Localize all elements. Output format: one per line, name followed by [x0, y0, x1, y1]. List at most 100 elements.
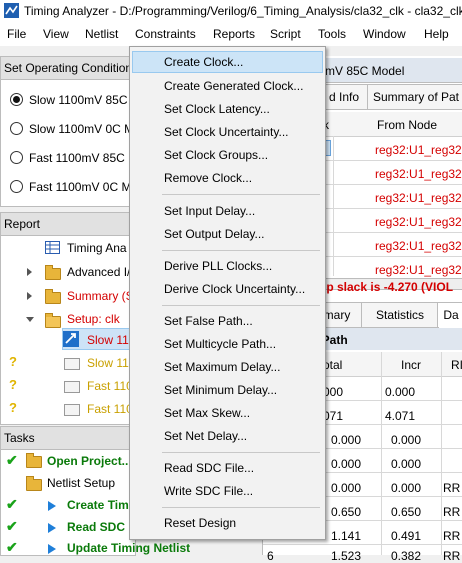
- option-label: Slow 1100mV 85C: [29, 93, 128, 107]
- report-title: Report: [4, 217, 41, 231]
- report-item-slow-2[interactable]: Slow 11: [87, 356, 129, 370]
- total-cell: 0.000: [331, 457, 362, 471]
- menu-item-create-generated-clock[interactable]: Create Generated Clock...: [132, 75, 323, 97]
- tasks-title: Tasks: [4, 431, 35, 445]
- menu-netlist[interactable]: Netlist: [85, 27, 118, 41]
- menu-tools[interactable]: Tools: [318, 27, 346, 41]
- menu-constraints[interactable]: Constraints: [135, 27, 196, 41]
- menu-item-set-clock-groups[interactable]: Set Clock Groups...: [132, 144, 323, 166]
- tab-statistics[interactable]: Statistics: [361, 302, 439, 328]
- report-page-icon: [64, 404, 80, 416]
- menu-item-set-net-delay[interactable]: Set Net Delay...: [132, 425, 323, 447]
- from-node[interactable]: reg32:U1_reg32|q[0]: [375, 191, 462, 205]
- operating-conditions-header: Set Operating Conditions: [0, 56, 139, 80]
- radio-slow-0c[interactable]: [10, 122, 23, 135]
- path-icon: [63, 331, 79, 347]
- report-item-fast-1[interactable]: Fast 110: [87, 379, 133, 393]
- from-node[interactable]: reg32:U1_reg32|q[0]: [375, 143, 462, 157]
- task-netlist-setup[interactable]: Netlist Setup: [47, 476, 115, 490]
- menu-item-set-clock-latency[interactable]: Set Clock Latency...: [132, 98, 323, 120]
- tab-summary-of-paths[interactable]: Summary of Pat: [367, 84, 462, 110]
- column-header: RI: [451, 358, 462, 372]
- rf-cell: RR: [443, 529, 461, 543]
- total-cell: 1.141: [331, 529, 362, 543]
- radio-fast-0c[interactable]: [10, 180, 23, 193]
- open-folder-icon: [45, 313, 61, 328]
- report-item-timing-analyzer[interactable]: Timing Ana: [67, 241, 127, 255]
- menu-view[interactable]: View: [43, 27, 69, 41]
- menu-reports[interactable]: Reports: [213, 27, 255, 41]
- menu-item-derive-clock-uncertainty[interactable]: Derive Clock Uncertainty...: [132, 278, 323, 300]
- check-icon: ✔: [6, 518, 18, 534]
- incr-cell: 0.491: [391, 529, 422, 543]
- model-title: mV 85C Model: [325, 64, 405, 78]
- report-item-summary[interactable]: Summary (S: [67, 289, 134, 303]
- menu-item-remove-clock[interactable]: Remove Clock...: [132, 167, 323, 189]
- menu-item-write-sdc-file[interactable]: Write SDC File...: [132, 480, 323, 502]
- menu-item-set-maximum-delay[interactable]: Set Maximum Delay...: [132, 356, 323, 378]
- incr-cell: 0.000: [391, 433, 422, 447]
- radio-slow-85c[interactable]: [10, 93, 23, 106]
- row-index: 6: [267, 549, 274, 563]
- menu-file[interactable]: File: [7, 27, 26, 41]
- report-item-slow-1[interactable]: Slow 11: [87, 333, 129, 347]
- incr-cell: 0.000: [391, 481, 422, 495]
- check-icon: ✔: [6, 496, 18, 512]
- menu-separator: [162, 194, 320, 195]
- menu-separator: [162, 452, 320, 453]
- from-node[interactable]: reg32:U1_reg32|q[0]: [375, 215, 462, 229]
- folder-icon: [45, 289, 61, 304]
- menu-item-set-input-delay[interactable]: Set Input Delay...: [132, 200, 323, 222]
- menu-item-set-max-skew[interactable]: Set Max Skew...: [132, 402, 323, 424]
- menu-item-set-output-delay[interactable]: Set Output Delay...: [132, 223, 323, 245]
- incr-cell: 0.000: [391, 457, 422, 471]
- total-cell: 000: [323, 385, 344, 399]
- question-icon: ?: [9, 354, 17, 369]
- menu-item-set-false-path[interactable]: Set False Path...: [132, 310, 323, 332]
- column-header: From Node: [377, 118, 438, 132]
- question-icon: ?: [9, 400, 17, 415]
- task-update-timing-netlist[interactable]: Update Timing Netlist: [67, 541, 190, 555]
- tab-data-path[interactable]: Da: [437, 302, 462, 327]
- report-item-fast-2[interactable]: Fast 110: [87, 402, 133, 416]
- expand-icon[interactable]: [27, 268, 32, 276]
- task-read-sdc-file[interactable]: Read SDC F: [67, 520, 136, 534]
- run-icon: [48, 501, 56, 511]
- rf-cell: RR: [443, 549, 461, 563]
- report-header: Report: [0, 212, 136, 236]
- menu-separator: [162, 250, 320, 251]
- menu-script[interactable]: Script: [270, 27, 301, 41]
- run-icon: [48, 523, 56, 533]
- menu-item-set-multicycle-path[interactable]: Set Multicycle Path...: [132, 333, 323, 355]
- menu-item-derive-pll-clocks[interactable]: Derive PLL Clocks...: [132, 255, 323, 277]
- menu-window[interactable]: Window: [363, 27, 406, 41]
- expand-icon[interactable]: [27, 292, 32, 300]
- report-page-icon: [64, 358, 80, 370]
- report-item-setup-clk[interactable]: Setup: clk: [67, 312, 120, 326]
- menu-item-set-minimum-delay[interactable]: Set Minimum Delay...: [132, 379, 323, 401]
- tasks-header: Tasks: [0, 426, 136, 450]
- from-node[interactable]: reg32:U1_reg32|q[0]: [375, 263, 462, 277]
- menu-item-reset-design[interactable]: Reset Design: [132, 512, 323, 534]
- menu-help[interactable]: Help: [424, 27, 449, 41]
- operating-conditions-title: Set Operating Conditions: [4, 61, 139, 75]
- task-open-project[interactable]: Open Project...: [47, 454, 132, 468]
- report-item-advanced-io[interactable]: Advanced I/: [67, 265, 130, 279]
- from-node[interactable]: reg32:U1_reg32|q[0]: [375, 167, 462, 181]
- incr-cell: 0.000: [385, 385, 416, 399]
- menu-item-create-clock[interactable]: Create Clock...: [132, 51, 323, 73]
- total-cell: 0.000: [331, 433, 362, 447]
- check-icon: ✔: [6, 452, 18, 468]
- task-create-timing-netlist[interactable]: Create Tim: [67, 498, 129, 512]
- radio-fast-85c[interactable]: [10, 151, 23, 164]
- from-node[interactable]: reg32:U1_reg32|q[0]: [375, 239, 462, 253]
- table-icon: [45, 241, 60, 254]
- title-bar: Timing Analyzer - D:/Programming/Verilog…: [0, 0, 462, 22]
- column-header: Incr: [401, 358, 422, 372]
- menu-item-read-sdc-file[interactable]: Read SDC File...: [132, 457, 323, 479]
- tasks-list: ✔ Open Project... Netlist Setup ✔ Create…: [0, 450, 190, 556]
- menu-bar: File View Netlist Constraints Reports Sc…: [0, 22, 462, 46]
- collapse-icon[interactable]: [26, 317, 34, 322]
- constraints-menu: Create Clock... Create Generated Clock..…: [129, 46, 326, 540]
- menu-item-set-clock-uncertainty[interactable]: Set Clock Uncertainty...: [132, 121, 323, 143]
